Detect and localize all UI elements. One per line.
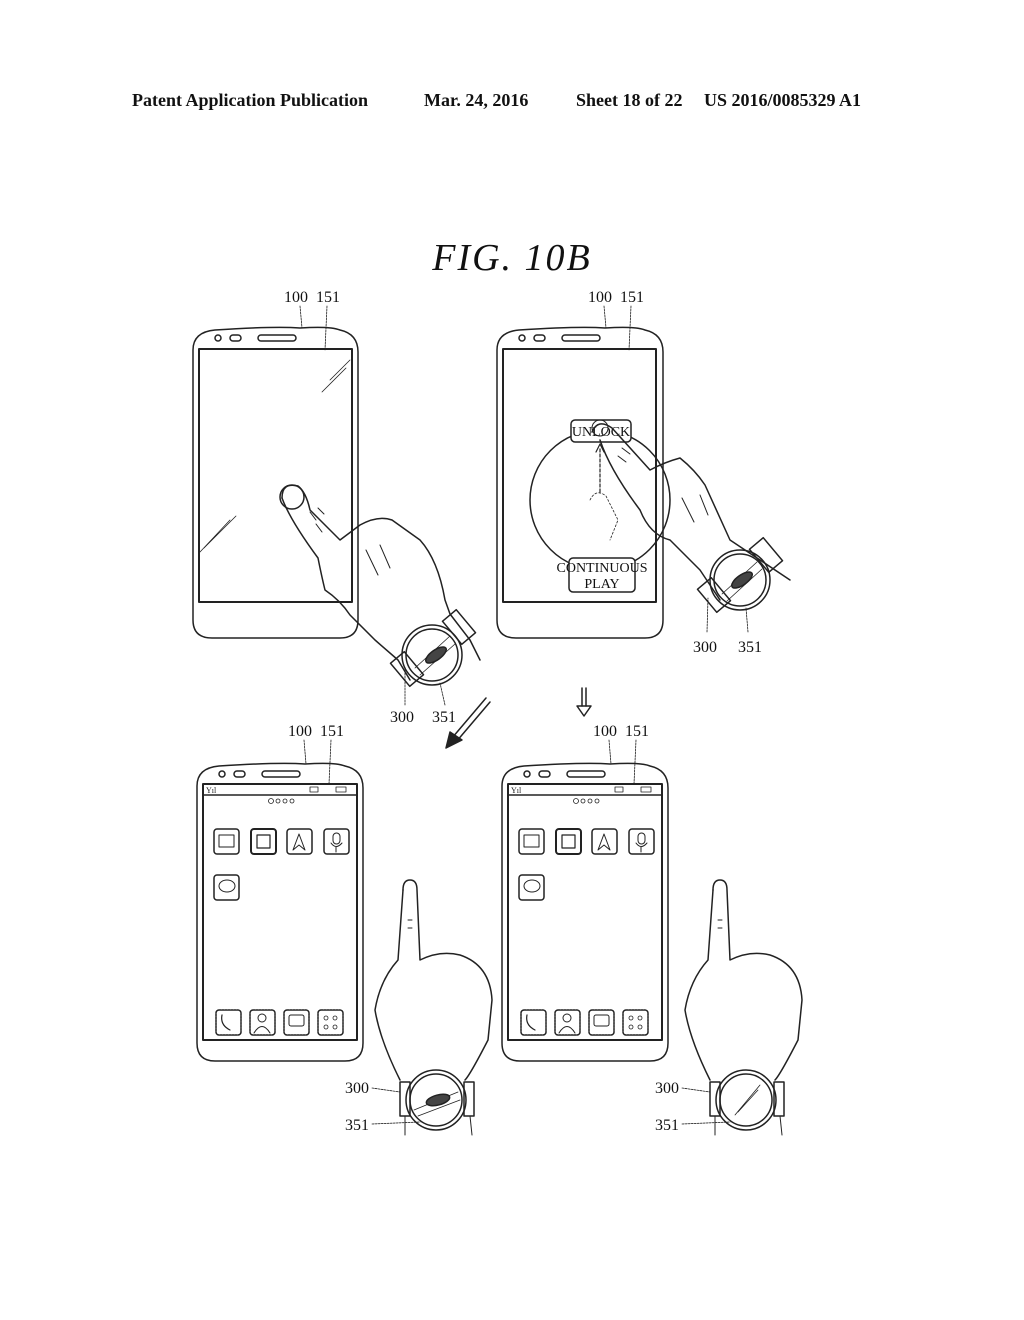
ref-100: 100 bbox=[593, 723, 617, 740]
smart-watch bbox=[389, 608, 477, 688]
smart-watch bbox=[399, 1069, 475, 1136]
watch-strap-top bbox=[441, 608, 477, 646]
display-unit bbox=[202, 783, 358, 1041]
mobile-terminal bbox=[192, 326, 359, 639]
ref-151: 151 bbox=[320, 723, 344, 740]
app-icon-document[interactable] bbox=[250, 828, 277, 855]
app-icon-navigation[interactable] bbox=[286, 828, 313, 855]
page-indicator bbox=[573, 798, 600, 804]
sensor-icon bbox=[533, 334, 546, 342]
dock-message-icon[interactable] bbox=[588, 1009, 615, 1036]
ref-100: 100 bbox=[288, 723, 312, 740]
speaker-grille bbox=[561, 334, 601, 342]
app-icon-folder[interactable] bbox=[518, 828, 545, 855]
ref-300: 300 bbox=[345, 1080, 369, 1097]
message-notification-icon bbox=[309, 786, 319, 793]
front-camera-icon bbox=[214, 334, 222, 342]
dock-contacts-icon[interactable] bbox=[249, 1009, 276, 1036]
hand-raised bbox=[374, 879, 493, 1081]
dock-apps-grid-icon[interactable] bbox=[317, 1009, 344, 1036]
mobile-terminal: Yıl bbox=[501, 762, 669, 1062]
ref-300: 300 bbox=[390, 709, 414, 726]
ref-351: 351 bbox=[432, 709, 456, 726]
car-icon bbox=[425, 1093, 451, 1107]
app-icon-document[interactable] bbox=[555, 828, 582, 855]
signal-icon: Yıl bbox=[511, 786, 522, 795]
ref-351: 351 bbox=[345, 1117, 369, 1134]
dock-phone-icon[interactable] bbox=[215, 1009, 242, 1036]
ref-351: 351 bbox=[738, 639, 762, 656]
ref-151: 151 bbox=[316, 289, 340, 306]
ref-151: 151 bbox=[625, 723, 649, 740]
mobile-terminal: Yıl bbox=[196, 762, 364, 1062]
car-icon bbox=[425, 646, 447, 664]
leader-lines bbox=[303, 739, 421, 1125]
battery-icon bbox=[335, 786, 347, 793]
ref-300: 300 bbox=[655, 1080, 679, 1097]
speaker-grille bbox=[257, 334, 297, 342]
dock-phone-icon[interactable] bbox=[520, 1009, 547, 1036]
panel-bottom-left: Yıl 100 151 300 351 bbox=[196, 723, 493, 1136]
patent-drawing: 100 151 300 351 UNLOCK CONTINUOUS PLAY 1… bbox=[192, 289, 803, 1136]
ref-100: 100 bbox=[284, 289, 308, 306]
leader-lines bbox=[299, 305, 446, 706]
panel-top-left: 100 151 300 351 bbox=[192, 289, 481, 726]
battery-icon bbox=[640, 786, 652, 793]
watch-display-off-glare bbox=[734, 1084, 761, 1116]
watch-strap-top bbox=[748, 536, 784, 574]
panel-bottom-right: Yıl 100 151 300 351 bbox=[501, 723, 803, 1136]
hand-raised bbox=[684, 879, 803, 1081]
ref-300: 300 bbox=[693, 639, 717, 656]
dock-apps-grid-icon[interactable] bbox=[622, 1009, 649, 1036]
app-icon-chat[interactable] bbox=[518, 874, 545, 901]
smart-watch bbox=[696, 536, 784, 614]
display-unit bbox=[198, 348, 353, 603]
ref-100: 100 bbox=[588, 289, 612, 306]
svg-text:PLAY: PLAY bbox=[584, 577, 619, 592]
continuous-play-button[interactable]: CONTINUOUS PLAY bbox=[557, 557, 648, 593]
svg-text:CONTINUOUS: CONTINUOUS bbox=[557, 561, 648, 576]
mobile-terminal: UNLOCK CONTINUOUS PLAY bbox=[496, 326, 671, 639]
dock-contacts-icon[interactable] bbox=[554, 1009, 581, 1036]
ref-351: 351 bbox=[655, 1117, 679, 1134]
leader-lines bbox=[608, 739, 731, 1125]
display-unit bbox=[507, 783, 663, 1041]
front-camera-icon bbox=[518, 334, 526, 342]
smart-watch bbox=[709, 1069, 785, 1136]
hand-touching bbox=[279, 484, 481, 681]
app-icon-microphone[interactable] bbox=[323, 828, 350, 855]
dock-message-icon[interactable] bbox=[283, 1009, 310, 1036]
app-icon-folder[interactable] bbox=[213, 828, 240, 855]
app-icon-chat[interactable] bbox=[213, 874, 240, 901]
sensor-icon bbox=[229, 334, 242, 342]
transition-arrow-down bbox=[576, 687, 592, 717]
signal-icon: Yıl bbox=[206, 786, 217, 795]
app-icon-microphone[interactable] bbox=[628, 828, 655, 855]
page-indicator bbox=[268, 798, 295, 804]
app-icon-navigation[interactable] bbox=[591, 828, 618, 855]
message-notification-icon bbox=[614, 786, 624, 793]
panel-top-right: UNLOCK CONTINUOUS PLAY 100 151 300 351 bbox=[496, 289, 791, 656]
ref-151: 151 bbox=[620, 289, 644, 306]
